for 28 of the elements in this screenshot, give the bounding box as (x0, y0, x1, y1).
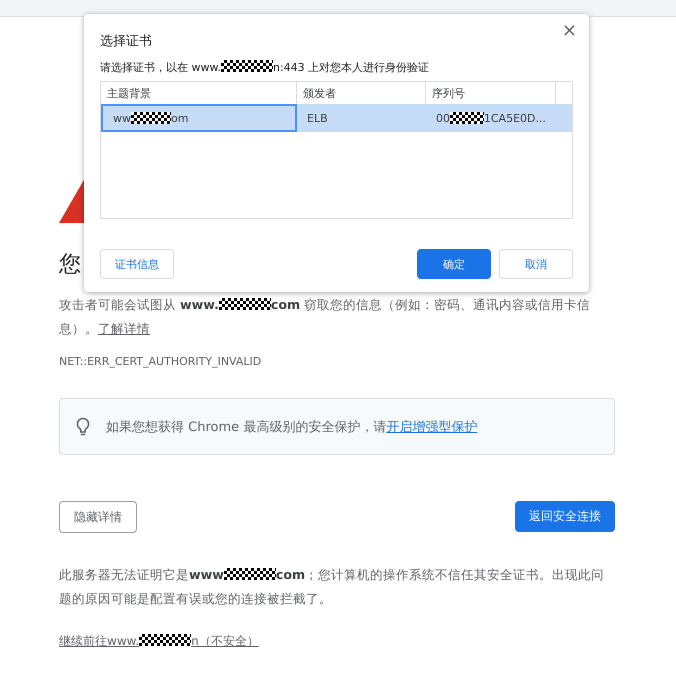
lightbulb-icon (76, 416, 90, 436)
redaction-icon (218, 298, 271, 310)
column-header: 主题背景 (101, 82, 297, 104)
dialog-button[interactable]: 证书信息 (100, 249, 174, 279)
redaction-icon (139, 634, 192, 646)
close-button[interactable]: × (558, 20, 581, 41)
proceed-link[interactable]: 继续前往www. n（不安全） (59, 633, 259, 650)
redaction-icon (131, 112, 171, 124)
dialog-title: 选择证书 (100, 33, 153, 50)
ok-button[interactable]: 确定 (417, 249, 491, 279)
table-cell-text: ELB (306, 110, 329, 126)
warning-paragraph: 攻击者可能会试图从 www. com 窃取您的信息（例如：密码、通讯内容或信用卡信息）。了解详情 (59, 296, 592, 338)
certificate-row[interactable]: ww om ELB 00 1CA5E0D... (101, 104, 572, 132)
hide-details-button[interactable]: 隐藏详情 (59, 501, 137, 533)
learn-more-link[interactable]: 了解详情 (98, 321, 150, 336)
redaction-icon (220, 60, 273, 72)
page-heading: 您 (59, 251, 81, 279)
tip-text: 如果您想获得 Chrome 最高级别的安全保护，请 (106, 418, 386, 436)
table-cell: ww om (101, 104, 297, 132)
back-to-safety-button[interactable]: 返回安全连接 (515, 501, 615, 532)
dialog-subtitle: 请选择证书，以在 www. n:443 上对您本人进行身份验证 (100, 60, 430, 75)
details-paragraph: 此服务器无法证明它是www com；您计算机的操作系统不信任其安全证书。出现此问题的原因可能是配置有误或您的连接被拦截了。 (59, 566, 606, 608)
redaction-icon (450, 112, 484, 124)
enhanced-protection-link[interactable]: 开启增强型保护 (386, 418, 478, 436)
redaction-icon (224, 568, 276, 580)
dialog-button[interactable]: 取消 (499, 249, 573, 279)
error-code: NET::ERR_CERT_AUTHORITY_INVALID (59, 355, 262, 368)
table-cell-text: 00 1CA5E0D... (435, 110, 547, 126)
